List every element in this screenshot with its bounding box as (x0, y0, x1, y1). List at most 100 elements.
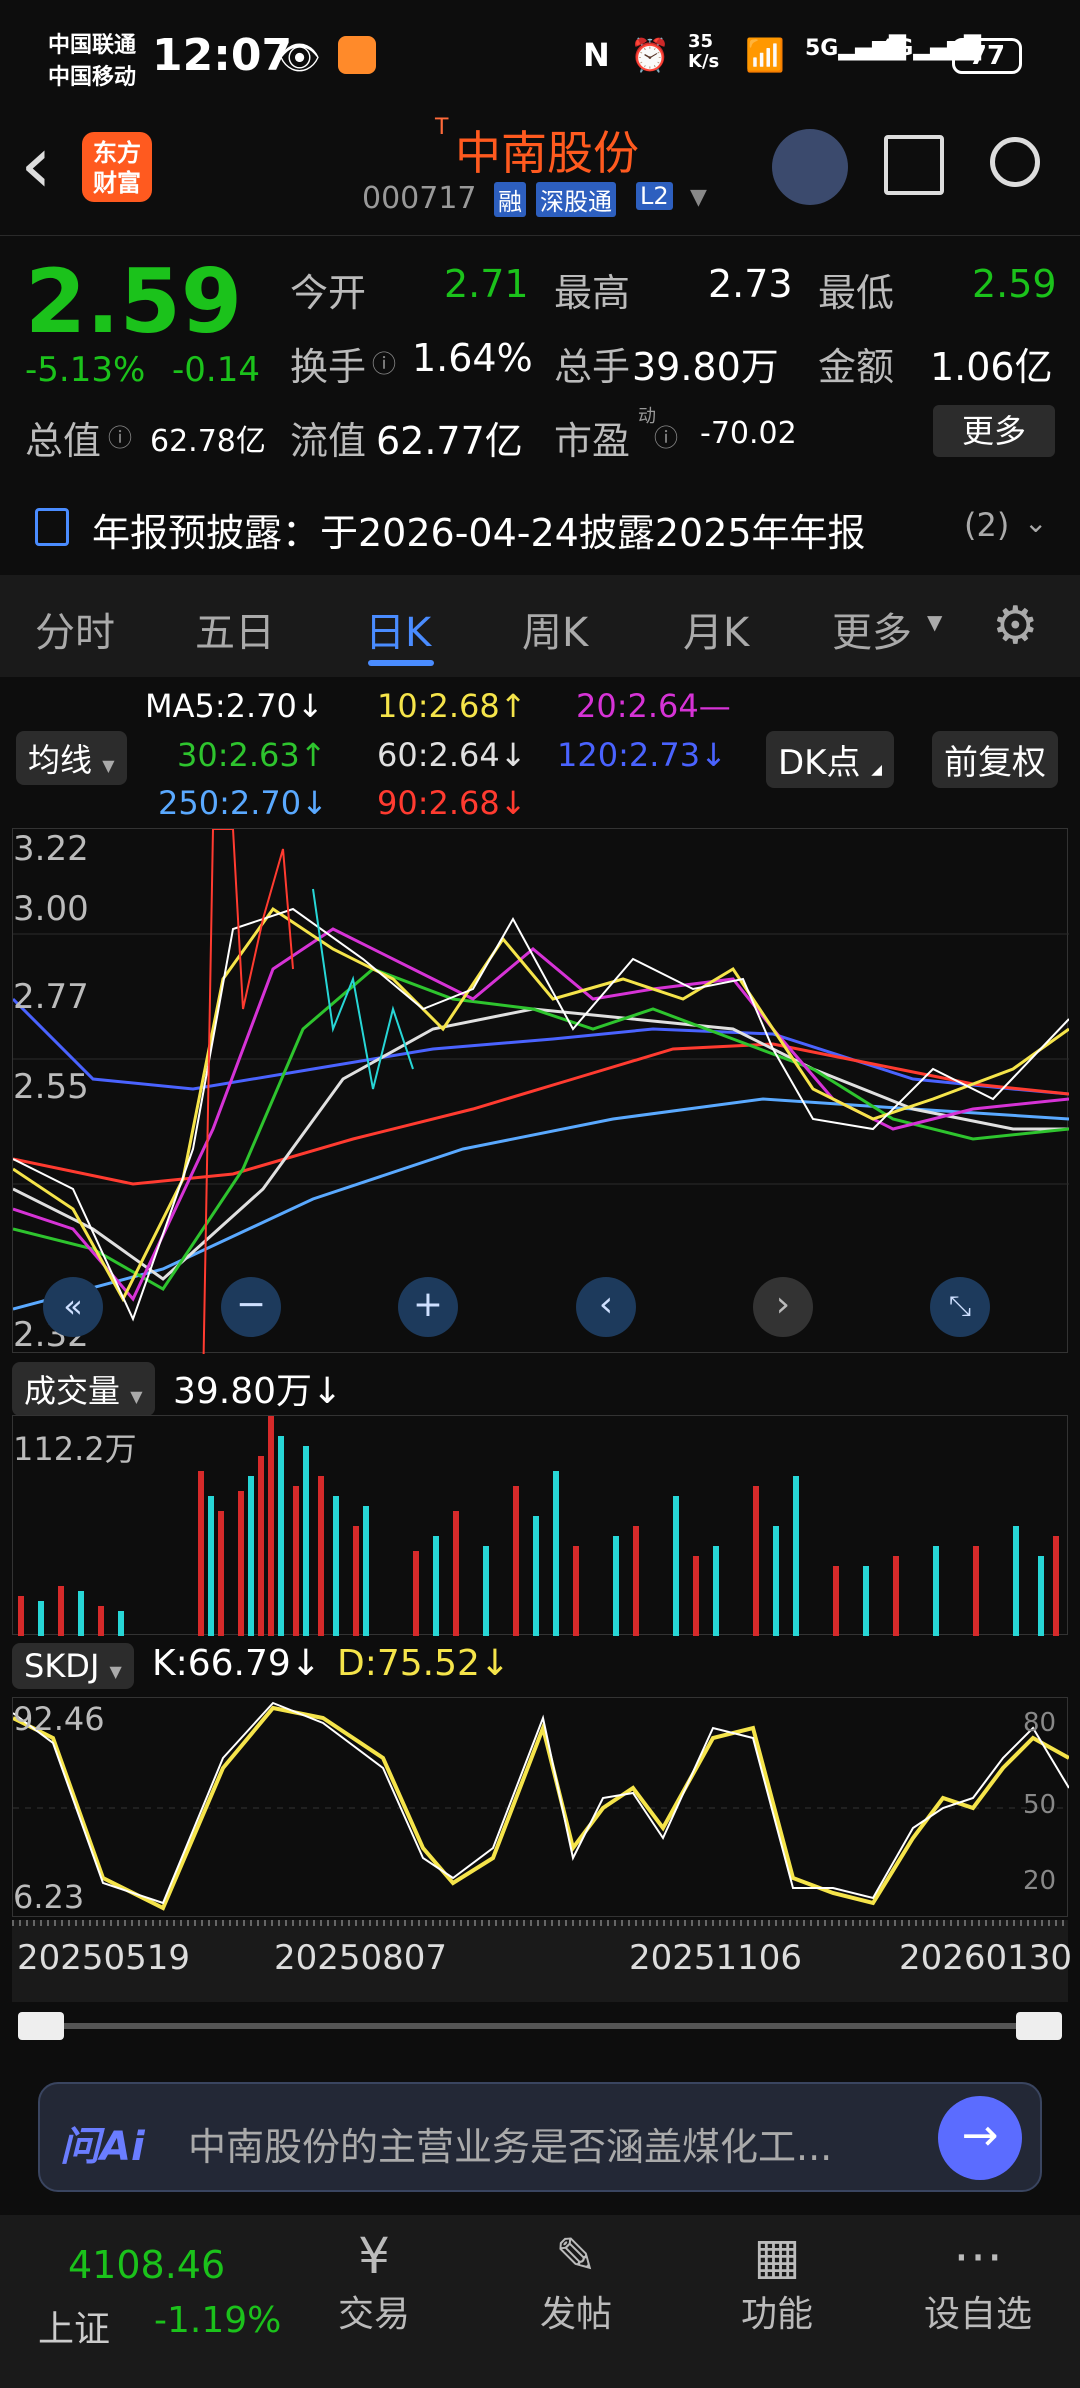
logo-text-1: 东方 (93, 139, 141, 167)
grid-icon: ▦ (753, 2227, 801, 2285)
notice-bar[interactable]: 年报预披露：于2026-04-24披露2025年年报 (2) ⌄ (0, 490, 1080, 565)
nav-favorite-label: 设自选 (923, 2294, 1032, 2335)
nfc-icon: N (583, 36, 610, 74)
price-axis-4: 2.55 (13, 1067, 89, 1107)
index-name[interactable]: 上证 (38, 2300, 110, 2352)
index-value[interactable]: 4108.46 (68, 2243, 225, 2287)
open-label: 今开 (290, 271, 367, 315)
volume-value: 39.80万 (632, 345, 779, 389)
volume-label: 成交量 (24, 1372, 121, 1410)
status-bar: 中国联通 中国移动 12:07 👁 N ⏰ 35 K/s 📶 5G▂▄▆█ 4G… (0, 0, 1080, 115)
turnover-value: 1.64% (412, 336, 533, 380)
volume-svg (18, 1416, 1059, 1636)
tab-more[interactable]: 更多 (832, 600, 912, 658)
skdj-top-label: 92.46 (13, 1700, 105, 1738)
alarm-icon: ⏰ (630, 36, 670, 74)
zoom-out-icon[interactable]: − (221, 1277, 281, 1337)
range-slider-left-handle[interactable] (18, 2012, 64, 2040)
gear-icon[interactable]: ⚙ (992, 596, 1039, 656)
back-button[interactable]: ‹ (20, 125, 52, 205)
skdj-bottom-label: 6.23 (13, 1878, 85, 1916)
tab-intraday[interactable]: 分时 (35, 600, 115, 658)
send-arrow-icon[interactable]: → (938, 2096, 1022, 2180)
search-icon[interactable] (990, 137, 1040, 187)
ma60-value: 60:2.64↓ (377, 736, 527, 774)
share-icon[interactable] (884, 135, 944, 195)
info-icon[interactable]: ⓘ (108, 418, 132, 453)
previous-icon[interactable]: ‹ (576, 1277, 636, 1337)
high-value: 2.73 (708, 262, 793, 306)
ma-selector[interactable]: 均线 ▼ (16, 731, 127, 785)
tab-daily-k[interactable]: 日K (365, 600, 431, 658)
tab-weekly-k[interactable]: 周K (522, 600, 588, 658)
kline-svg (11, 828, 1070, 1390)
tab-five-day[interactable]: 五日 (195, 600, 275, 658)
skdj-chart[interactable]: 92.46 6.23 80 50 20 (12, 1697, 1070, 1917)
stock-name[interactable]: 中南股份 (455, 117, 639, 183)
eye-icon: 👁 (278, 38, 322, 78)
high-label: 最高 (554, 271, 631, 315)
nav-function[interactable]: ▦ 功能 (717, 2215, 837, 2337)
nav-trade[interactable]: ¥ 交易 (314, 2215, 434, 2337)
volume-selector[interactable]: 成交量 ▼ (12, 1362, 155, 1416)
more-button[interactable]: 更多 (933, 405, 1055, 457)
range-slider-track[interactable] (18, 2023, 1062, 2029)
open-value: 2.71 (444, 262, 529, 306)
app-notification-icon (338, 36, 376, 74)
dk-point-button[interactable]: DK点 ◢ (766, 731, 895, 788)
pe-label: 市盈 (554, 419, 631, 463)
ai-assistant-bar[interactable]: 问Ai 中南股份的主营业务是否涵盖煤化工... → (38, 2082, 1042, 2192)
app-logo[interactable]: 东方 财富 (82, 132, 152, 202)
turnover-label: 换手 (290, 345, 367, 389)
volume-current: 39.80万↓ (173, 1371, 343, 1412)
float-label: 流值 (290, 419, 367, 463)
more-dots-icon: ⋯ (953, 2227, 1003, 2285)
volume-chart[interactable]: 112.2万 (12, 1415, 1068, 1636)
amount-value: 1.06亿 (930, 345, 1053, 389)
amount-label: 金额 (818, 345, 895, 389)
nav-add-favorite[interactable]: ⋯ 设自选 (918, 2215, 1038, 2337)
price-axis-2: 3.00 (13, 889, 89, 929)
dropdown-arrow-icon: ▼ (927, 610, 943, 634)
indicator-label: SKDJ (24, 1647, 100, 1685)
info-icon[interactable]: ⓘ (654, 418, 678, 453)
edit-icon: ✎ (555, 2227, 597, 2285)
date-label-3: 20251106 (629, 1938, 803, 1978)
kline-chart[interactable]: 3.22 3.00 2.77 2.55 2.32 « − + ‹ › ⤡ (11, 828, 1070, 1390)
mcap-value: 62.78亿 (150, 424, 266, 459)
l2-badge: L2 (636, 182, 673, 210)
index-change[interactable]: -1.19% (154, 2300, 281, 2341)
scroll-left-icon[interactable]: « (43, 1277, 103, 1337)
date-label-2: 20250807 (274, 1938, 448, 1978)
range-slider-right-handle[interactable] (1016, 2012, 1062, 2040)
indicator-selector[interactable]: SKDJ ▼ (12, 1643, 134, 1689)
skdj-level-50: 50 (1023, 1790, 1057, 1820)
fullscreen-icon[interactable]: ⤡ (930, 1277, 990, 1337)
float-value: 62.77亿 (376, 419, 523, 463)
title-prefix: T (435, 115, 449, 140)
ma120-value: 120:2.73↓ (557, 736, 727, 774)
net-speed: 35 K/s (688, 31, 720, 72)
carrier-2: 中国移动 (48, 65, 137, 90)
stock-header: ‹ 东方 财富 T 中南股份 000717 融 深股通 L2 ▼ (0, 115, 1080, 235)
next-icon[interactable]: › (753, 1277, 813, 1337)
nav-post-label: 发帖 (539, 2294, 612, 2335)
nav-trade-label: 交易 (337, 2294, 410, 2335)
last-price: 2.59 (25, 250, 243, 353)
clock: 12:07 (152, 30, 293, 81)
ma5-value: MA5:2.70↓ (145, 687, 324, 725)
carrier-info: 中国联通 中国移动 (48, 30, 136, 94)
margin-badge: 融 (494, 182, 526, 217)
adjust-button[interactable]: 前复权 (932, 731, 1058, 788)
tab-monthly-k[interactable]: 月K (683, 600, 749, 658)
info-icon[interactable]: ⓘ (372, 344, 396, 379)
ai-prompt-text[interactable]: 中南股份的主营业务是否涵盖煤化工... (188, 2116, 832, 2171)
ai-robot-icon[interactable] (772, 129, 848, 205)
pe-value: -70.02 (700, 416, 797, 451)
ma10-value: 10:2.68↑ (377, 687, 527, 725)
document-icon (35, 508, 69, 546)
zoom-in-icon[interactable]: + (398, 1277, 458, 1337)
battery-icon: 77 (952, 38, 1022, 74)
code-dropdown-icon[interactable]: ▼ (690, 185, 707, 210)
nav-post[interactable]: ✎ 发帖 (516, 2215, 636, 2337)
